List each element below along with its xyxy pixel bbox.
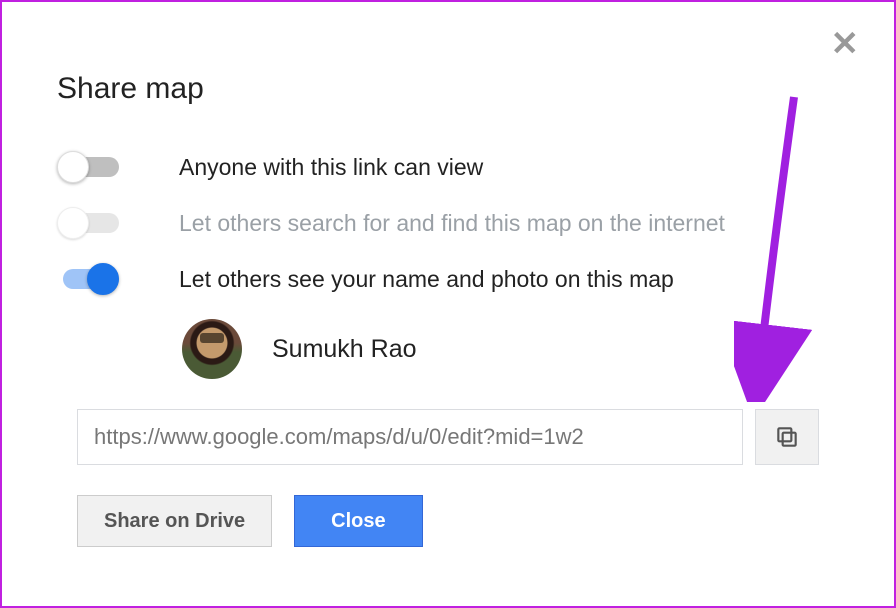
toggle-label-show-name: Let others see your name and photo on th… (179, 266, 674, 293)
share-on-drive-button[interactable]: Share on Drive (77, 495, 272, 547)
toggle-row-searchable: Let others search for and find this map … (57, 207, 839, 239)
toggle-label-anyone-view: Anyone with this link can view (179, 154, 483, 181)
share-link-input[interactable] (77, 409, 743, 465)
toggle-label-searchable: Let others search for and find this map … (179, 210, 725, 237)
toggle-row-anyone-view: Anyone with this link can view (57, 151, 839, 183)
share-link-row (77, 409, 819, 465)
close-button[interactable]: Close (294, 495, 422, 547)
dialog-title: Share map (57, 72, 839, 106)
user-name: Sumukh Rao (272, 335, 417, 364)
dialog-actions: Share on Drive Close (77, 495, 839, 547)
avatar (182, 319, 242, 379)
user-identity: Sumukh Rao (182, 319, 839, 379)
close-icon[interactable]: ✕ (831, 27, 860, 61)
toggle-searchable[interactable] (57, 207, 119, 239)
toggle-anyone-view[interactable] (57, 151, 119, 183)
toggle-row-show-name: Let others see your name and photo on th… (57, 263, 839, 295)
share-map-dialog: ✕ Share map Anyone with this link can vi… (2, 2, 894, 577)
copy-button[interactable] (755, 409, 819, 465)
copy-icon (774, 424, 800, 450)
toggle-show-name[interactable] (57, 263, 119, 295)
